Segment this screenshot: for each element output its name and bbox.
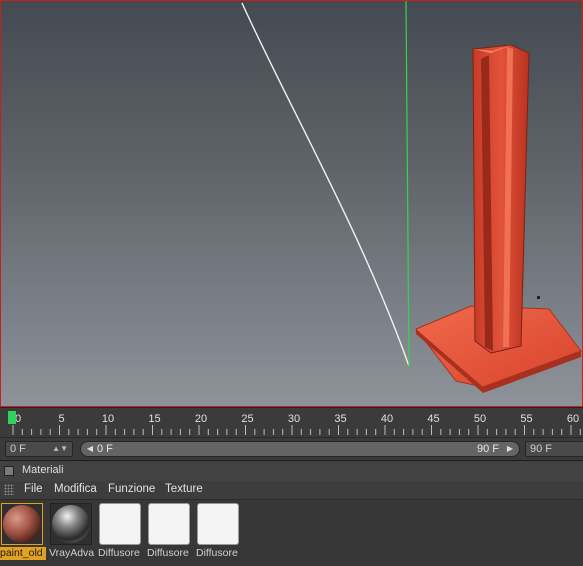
spline-curve	[241, 2, 410, 367]
tick-label: 50	[474, 413, 486, 425]
material-thumbnail	[99, 503, 141, 545]
material-thumbnail	[50, 503, 92, 545]
slider-end-label: 90 F	[476, 443, 499, 455]
material-label: VrayAdva	[49, 547, 95, 559]
tick-label: 25	[241, 413, 253, 425]
material-shelf: paint_old VrayAdva Diffusore Diffusore D…	[0, 499, 583, 566]
end-frame-field[interactable]: 90 F	[525, 441, 583, 457]
tick-label: 15	[148, 413, 160, 425]
cinema4d-editor: 0 5 10 15 20 25 30 35 40 45 50 55 60 0 F ▲▼ ◀ 0 F 90…	[0, 0, 583, 566]
tick-label: 5	[58, 413, 64, 425]
tick-label: 40	[381, 413, 393, 425]
playhead-marker[interactable]	[8, 411, 16, 424]
material-label: Diffusore	[98, 547, 140, 559]
menu-file[interactable]: File	[24, 483, 43, 495]
stepper-arrows-icon[interactable]: ▲▼	[52, 442, 68, 456]
steel-column	[472, 44, 530, 354]
tick-label: 60	[567, 413, 579, 425]
material-thumbnail	[1, 503, 43, 545]
tick-label: 45	[427, 413, 439, 425]
materials-panel-title: Materiali	[22, 464, 64, 476]
slider-start-label: 0 F	[97, 443, 113, 455]
panel-menu-icon[interactable]	[4, 466, 14, 476]
material-paint-old[interactable]: paint_old	[0, 502, 46, 562]
menu-modifica[interactable]: Modifica	[54, 483, 97, 495]
menu-funzione[interactable]: Funzione	[108, 483, 155, 495]
slider-left-arrow-icon[interactable]: ◀	[84, 443, 96, 455]
material-label: Diffusore	[196, 547, 238, 559]
material-diffusore-1[interactable]: Diffusore	[98, 502, 144, 562]
start-frame-field[interactable]: 0 F ▲▼	[5, 441, 73, 457]
3d-viewport[interactable]	[0, 0, 583, 407]
material-vrayadva[interactable]: VrayAdva	[49, 502, 95, 562]
slider-right-arrow-icon[interactable]: ▶	[504, 443, 516, 455]
materials-menubar: File Modifica Funzione Texture	[0, 481, 583, 499]
frame-range-bar: 0 F ▲▼ ◀ 0 F 90 F ▶ 90 F	[0, 437, 583, 460]
frame-range-slider[interactable]: ◀ 0 F 90 F ▶	[80, 441, 520, 457]
material-label: paint_old	[0, 547, 46, 560]
timeline-ruler[interactable]: 0 5 10 15 20 25 30 35 40 45 50 55 60	[0, 407, 583, 437]
viewport-scene	[241, 1, 582, 393]
end-frame-value: 90 F	[530, 443, 553, 455]
menu-texture[interactable]: Texture	[165, 483, 203, 495]
grip-icon[interactable]	[4, 484, 14, 495]
tick-label: 20	[195, 413, 207, 425]
tick-label: 30	[288, 413, 300, 425]
start-frame-value: 0 F	[10, 443, 26, 455]
material-diffusore-3[interactable]: Diffusore	[196, 502, 242, 562]
tick-label: 55	[520, 413, 532, 425]
material-diffusore-2[interactable]: Diffusore	[147, 502, 193, 562]
ruler-ticks: 0 5 10 15 20 25 30 35 40 45 50 55 60	[8, 411, 581, 435]
material-label: Diffusore	[147, 547, 189, 559]
material-thumbnail	[148, 503, 190, 545]
material-thumbnail	[197, 503, 239, 545]
y-axis-line	[405, 1, 410, 367]
materials-panel-header: Materiali	[0, 460, 583, 482]
tick-label: 35	[334, 413, 346, 425]
tick-label: 10	[102, 413, 114, 425]
